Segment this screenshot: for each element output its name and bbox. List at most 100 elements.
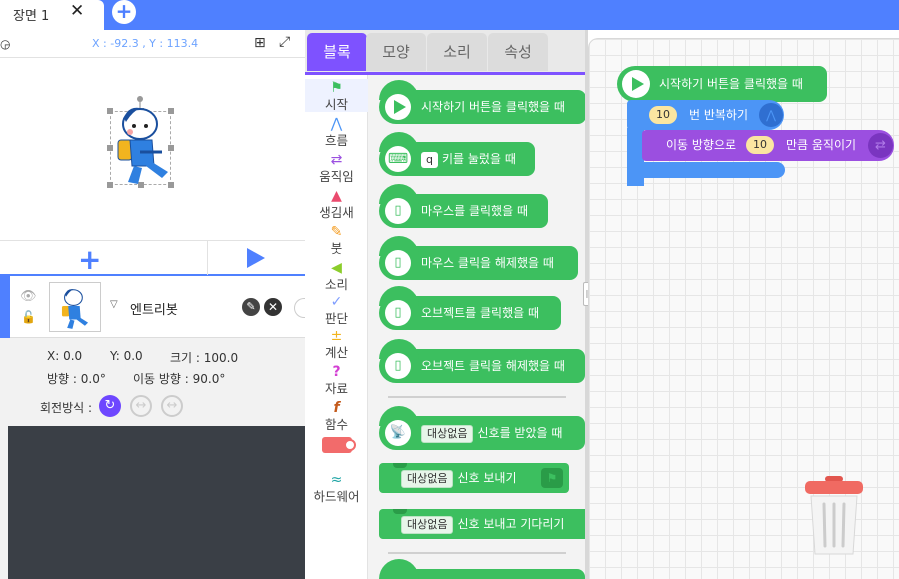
category-label: 계산 <box>324 345 348 360</box>
looks-icon: ▲ <box>331 188 342 204</box>
expand-triangle-icon[interactable]: ▽ <box>110 299 118 310</box>
category-calculate[interactable]: ± 계산 <box>305 327 368 360</box>
tab-blocks[interactable]: 블록 <box>307 33 367 71</box>
category-label: 자료 <box>324 381 348 396</box>
lock-icon[interactable]: 🔓 <box>21 310 36 324</box>
category-label: 시작 <box>324 97 348 112</box>
category-label: 소리 <box>324 277 348 292</box>
block-notch <box>393 463 407 468</box>
scene-tab[interactable]: 장면 1 ✕ <box>0 0 104 30</box>
flow-icon: ⋀ <box>330 116 343 132</box>
prop-y[interactable]: Y: 0.0 <box>110 349 143 363</box>
block-notch <box>393 509 407 514</box>
block-palette: 시작하기 버튼을 클릭했을 때 ⌨ q 키를 눌렀을 때 ▯ 마우스를 클릭했을 … <box>368 75 585 579</box>
object-item[interactable]: 👁 🔓 ▽ 엔트리봇 ✎ ✕ <box>10 276 305 338</box>
block-send-signal[interactable]: 대상없음 신호 보내기 ⚑ <box>379 463 569 493</box>
category-hardware[interactable]: ≈ 하드웨어 <box>305 471 368 504</box>
add-object-button[interactable]: + <box>78 243 101 276</box>
key-dropdown[interactable]: q <box>421 152 438 168</box>
ws-block-when-start-clicked[interactable]: 시작하기 버튼을 클릭했을 때 <box>617 66 827 102</box>
block-text: 이동 방향으로 <box>666 138 737 152</box>
ws-block-repeat-foot <box>627 162 785 178</box>
scene-tab-label: 장면 1 <box>13 9 50 24</box>
category-label: 판단 <box>324 311 348 326</box>
block-when-start-clicked[interactable]: 시작하기 버튼을 클릭했을 때 <box>379 80 585 124</box>
trash-icon[interactable] <box>803 474 865 556</box>
play-icon[interactable] <box>247 248 265 268</box>
block-text: 오브젝트 클릭을 해제했을 때 <box>421 359 565 373</box>
signal-dropdown[interactable]: 대상없음 <box>401 516 454 534</box>
palette-separator <box>388 396 566 398</box>
block-partial[interactable] <box>379 559 585 579</box>
category-data[interactable]: ? 자료 <box>305 363 368 396</box>
category-judgement[interactable]: ✓ 판단 <box>305 293 368 326</box>
block-when-object-clicked[interactable]: ▯ 오브젝트를 클릭했을 때 <box>379 286 561 330</box>
block-tabs: 블록 모양 소리 속성 <box>305 30 585 74</box>
eye-icon[interactable]: 👁 <box>20 289 37 304</box>
calculate-icon: ± <box>330 328 343 344</box>
block-when-mouse-released[interactable]: ▯ 마우스 클릭을 해제했을 때 <box>379 236 578 280</box>
edit-icon[interactable]: ✎ <box>242 298 260 316</box>
prop-move-direction[interactable]: 이동 방향 : 90.0° <box>133 370 225 387</box>
category-looks[interactable]: ▲ 생김새 <box>305 187 368 220</box>
add-scene-icon[interactable]: + <box>112 0 136 24</box>
check-icon: ✓ <box>330 294 343 310</box>
block-when-signal-received[interactable]: 📡 대상없음 신호를 받았을 때 <box>379 406 585 450</box>
category-brush[interactable]: ✎ 붓 <box>305 223 368 256</box>
block-text: 마우스를 클릭했을 때 <box>421 204 528 218</box>
prop-direction[interactable]: 방향 : 0.0° <box>47 370 106 387</box>
rotate-none-icon[interactable]: ↔ <box>161 395 183 417</box>
delete-icon[interactable]: ✕ <box>264 298 282 316</box>
category-list: ⚑ 시작 ⋀ 흐름 ⇄ 움직임 ▲ 생김새 ✎ 붓 ◀ 소리 ✓ 판단 ± 계산… <box>305 75 368 579</box>
signal-dropdown[interactable]: 대상없음 <box>401 470 454 488</box>
fullscreen-icon[interactable]: ⤢ <box>279 34 290 50</box>
category-sound[interactable]: ◀ 소리 <box>305 259 368 292</box>
flow-icon: ⋀ <box>759 103 783 127</box>
category-flow[interactable]: ⋀ 흐름 <box>305 115 368 148</box>
tab-shapes[interactable]: 모양 <box>366 33 426 71</box>
entrybot-sprite[interactable] <box>112 96 174 188</box>
mouse-coordinates: X : -92.3 , Y : 113.4 <box>92 37 199 50</box>
signal-dropdown[interactable]: 대상없음 <box>421 425 474 443</box>
object-name[interactable]: 엔트리봇 <box>130 299 178 318</box>
scene-bar: 장면 1 ✕ + <box>0 0 899 30</box>
rotate-icon[interactable]: ↻ <box>99 395 121 417</box>
stage-canvas[interactable] <box>0 58 305 240</box>
ws-block-repeat[interactable]: 10 번 반복하기 ⋀ <box>627 100 784 130</box>
mouse-icon: ▯ <box>385 300 411 326</box>
block-when-object-released[interactable]: ▯ 오브젝트 클릭을 해제했을 때 <box>379 339 585 383</box>
speed-icon[interactable]: ◶ <box>0 37 10 51</box>
block-when-mouse-clicked[interactable]: ▯ 마우스를 클릭했을 때 <box>379 184 548 228</box>
block-send-signal-and-wait[interactable]: 대상없음 신호 보내고 기다리기 <box>379 509 585 539</box>
extension-icon <box>305 437 368 455</box>
category-start[interactable]: ⚑ 시작 <box>305 79 368 112</box>
tab-sounds[interactable]: 소리 <box>427 33 487 71</box>
drag-handle[interactable] <box>294 298 305 318</box>
tab-properties[interactable]: 속성 <box>488 33 548 71</box>
category-extension[interactable] <box>305 437 368 455</box>
category-label: 생김새 <box>319 205 354 220</box>
close-icon[interactable]: ✕ <box>70 1 84 21</box>
category-label: 움직임 <box>319 169 354 184</box>
repeat-count-input[interactable]: 10 <box>649 106 677 124</box>
move-amount-input[interactable]: 10 <box>746 136 774 154</box>
flag-icon: ⚑ <box>541 468 563 488</box>
block-text: 신호 보내기 <box>457 471 517 485</box>
rotate-horizontal-icon[interactable]: ↔ <box>130 395 152 417</box>
speaker-icon: ◀ <box>331 260 342 276</box>
block-text: 시작하기 버튼을 클릭했을 때 <box>659 77 803 91</box>
category-motion[interactable]: ⇄ 움직임 <box>305 151 368 184</box>
block-when-key-pressed[interactable]: ⌨ q 키를 눌렀을 때 <box>379 132 535 176</box>
question-icon: ? <box>332 364 341 380</box>
ws-block-move[interactable]: 이동 방향으로 10 만큼 움직이기 ⇄ <box>642 130 894 161</box>
mouse-icon: ▯ <box>385 250 411 276</box>
motion-icon: ⇄ <box>330 152 343 168</box>
prop-x[interactable]: X: 0.0 <box>47 349 82 363</box>
prop-size[interactable]: 크기 : 100.0 <box>170 349 238 366</box>
rotation-label: 회전방식 : <box>40 401 93 415</box>
grid-icon[interactable]: ⊞ <box>254 35 266 51</box>
entrybot-thumbnail-icon <box>61 289 89 329</box>
mouse-icon: ▯ <box>385 198 411 224</box>
category-function[interactable]: f 함수 <box>305 399 368 432</box>
block-text: 마우스 클릭을 해제했을 때 <box>421 256 554 270</box>
